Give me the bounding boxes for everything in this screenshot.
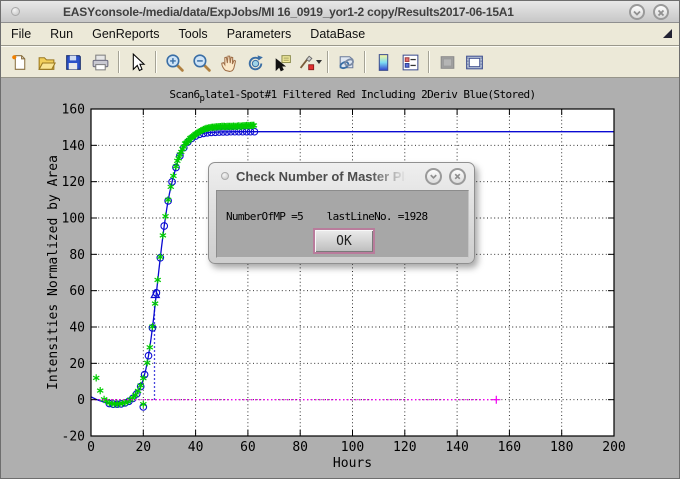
insert-legend-button[interactable] (398, 50, 423, 75)
legend-icon (400, 52, 421, 73)
dialog-message: NumberOfMP =5 lastLineNo. =1928 (226, 210, 427, 223)
zoom-in-button[interactable] (162, 50, 187, 75)
dialog-title: Check Number of Master Pla (236, 163, 408, 190)
dialog-titlebar: Check Number of Master Pla (209, 163, 474, 190)
close-icon (452, 171, 463, 182)
chevron-down-icon (428, 171, 439, 182)
toolbar-separator (364, 51, 366, 73)
menu-tools[interactable]: Tools (179, 27, 208, 41)
brush-data-button[interactable] (297, 50, 322, 75)
toolbar-separator (428, 51, 430, 73)
svg-text:60: 60 (69, 284, 85, 299)
svg-text:80: 80 (69, 248, 85, 263)
chevron-down-icon (631, 7, 643, 19)
window-menu-icon[interactable] (11, 7, 20, 16)
svg-text:120: 120 (393, 440, 416, 455)
rotate-3d-button[interactable] (243, 50, 268, 75)
data-cursor-button[interactable] (270, 50, 295, 75)
brush-dropdown-caret-icon[interactable] (316, 60, 322, 64)
svg-text:20: 20 (135, 440, 151, 455)
save-figure-button[interactable] (61, 50, 86, 75)
window-title: EASYconsole-/media/data/ExpJobs/MI 16_09… (63, 1, 514, 23)
plot-axes[interactable]: 020406080100120140160180200-200204060801… (1, 78, 680, 479)
colorbar-icon (373, 52, 394, 73)
svg-text:160: 160 (62, 103, 85, 118)
plot-title: Scan6plate1-Spot#1 Filtered Red Includin… (169, 88, 535, 104)
menu-database[interactable]: DataBase (310, 27, 365, 41)
open-file-button[interactable] (34, 50, 59, 75)
show-plot-tools-icon (464, 52, 485, 73)
figure-canvas: 020406080100120140160180200-200204060801… (1, 78, 680, 479)
cursor-arrow-icon (127, 52, 148, 73)
save-floppy-icon (63, 52, 84, 73)
menu-genreports[interactable]: GenReports (92, 27, 159, 41)
zoom-in-icon (164, 52, 185, 73)
print-figure-button[interactable] (88, 50, 113, 75)
x-tick-labels: 0 20 40 60 80 100 120 140 160 180 200 (87, 440, 626, 455)
toolbar-separator (155, 51, 157, 73)
toolbar-separator (327, 51, 329, 73)
zoom-out-icon (191, 52, 212, 73)
brush-icon (297, 52, 315, 73)
new-figure-button[interactable] (7, 50, 32, 75)
svg-text:200: 200 (602, 440, 625, 455)
svg-text:40: 40 (188, 440, 204, 455)
zoom-out-button[interactable] (189, 50, 214, 75)
hide-plot-tools-button[interactable] (435, 50, 460, 75)
svg-text:0: 0 (77, 393, 85, 408)
y-axis-label: Intensities Normalized by Area (46, 155, 61, 390)
svg-text:60: 60 (240, 440, 256, 455)
menu-file[interactable]: File (11, 27, 31, 41)
open-folder-icon (36, 52, 57, 73)
svg-text:180: 180 (550, 440, 573, 455)
x-axis-label: Hours (333, 456, 372, 471)
pan-button[interactable] (216, 50, 241, 75)
svg-text:160: 160 (498, 440, 521, 455)
rotate-icon (245, 52, 266, 73)
svg-text:100: 100 (341, 440, 364, 455)
svg-text:0: 0 (87, 440, 95, 455)
printer-icon (90, 52, 111, 73)
figure-toolbar (1, 46, 679, 78)
svg-text:20: 20 (69, 357, 85, 372)
menubar: File Run GenReports Tools Parameters Dat… (1, 23, 679, 46)
dialog-close-button[interactable] (449, 168, 466, 185)
link-chain-icon (336, 52, 357, 73)
svg-text:140: 140 (62, 139, 85, 154)
hand-icon (218, 52, 239, 73)
window-shade-button[interactable] (629, 4, 645, 20)
menu-run[interactable]: Run (50, 27, 73, 41)
close-icon (655, 7, 667, 19)
svg-text:40: 40 (69, 321, 85, 336)
dialog-shade-button[interactable] (425, 168, 442, 185)
new-document-icon (9, 52, 30, 73)
window-close-button[interactable] (653, 4, 669, 20)
menu-parameters[interactable]: Parameters (227, 27, 292, 41)
dialog-body: NumberOfMP =5 lastLineNo. =1928 OK (216, 190, 469, 258)
insert-colorbar-button[interactable] (371, 50, 396, 75)
datatip-icon (272, 52, 293, 73)
check-master-plate-dialog: Check Number of Master Pla NumberOfMP =5… (208, 162, 475, 264)
svg-text:-20: -20 (62, 430, 85, 445)
y-tick-labels: -20 0 20 40 60 80 100 120 140 160 (62, 103, 85, 445)
svg-text:140: 140 (445, 440, 468, 455)
svg-text:120: 120 (62, 175, 85, 190)
link-plot-button[interactable] (334, 50, 359, 75)
window-titlebar: EASYconsole-/media/data/ExpJobs/MI 16_09… (1, 1, 679, 23)
show-plot-tools-button[interactable] (462, 50, 487, 75)
svg-text:100: 100 (62, 212, 85, 227)
pointer-button[interactable] (125, 50, 150, 75)
dialog-menu-icon[interactable] (221, 172, 229, 180)
hide-plot-tools-icon (437, 52, 458, 73)
application-window: EASYconsole-/media/data/ExpJobs/MI 16_09… (0, 0, 680, 479)
menubar-grip-icon (663, 29, 672, 38)
svg-text:80: 80 (292, 440, 308, 455)
ok-button[interactable]: OK (313, 228, 375, 254)
toolbar-separator (118, 51, 120, 73)
